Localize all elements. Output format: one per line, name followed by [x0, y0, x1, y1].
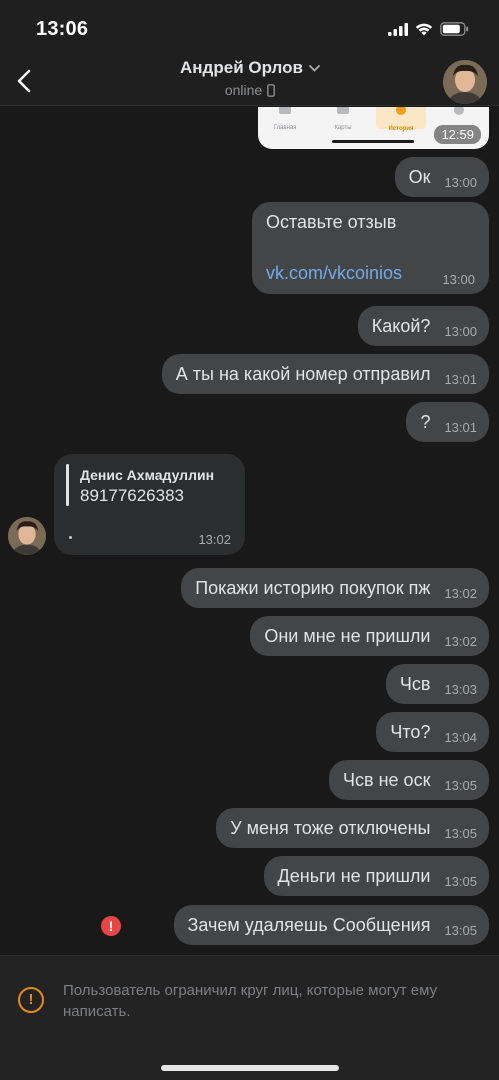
message-time: 13:05: [444, 922, 477, 938]
message-text: Зачем удаляешь Сообщения: [187, 914, 431, 935]
message-text: Что?: [390, 721, 431, 742]
message-bubble[interactable]: Какой? 13:00: [357, 306, 489, 346]
message-link[interactable]: vk.com/vkcoinios: [266, 263, 402, 284]
message-bubble[interactable]: Ок 13:00: [394, 157, 489, 197]
message-text: ?: [420, 411, 431, 432]
phone-icon: [267, 83, 276, 97]
signal-icon: [388, 22, 408, 36]
message-time: 13:02: [198, 532, 231, 547]
message-text: Чсв не оск: [343, 769, 431, 790]
chat-title[interactable]: Андрей Орлов: [180, 58, 320, 78]
message-bubble[interactable]: Что? 13:04: [376, 712, 489, 752]
card-icon: [337, 107, 349, 114]
preview-home-bar: [332, 140, 414, 143]
contact-name: Андрей Орлов: [180, 58, 303, 77]
message-time: 13:05: [444, 825, 477, 841]
avatar-photo: [8, 517, 46, 555]
message-text: А ты на какой номер отправил: [175, 363, 431, 384]
message-bubble[interactable]: У меня тоже отключены 13:05: [216, 808, 489, 848]
message-time: 13:04: [444, 729, 477, 745]
message-time: 13:05: [444, 777, 477, 793]
home-indicator[interactable]: [161, 1065, 339, 1071]
clock-icon: [396, 107, 406, 115]
message-text: Оставьте отзыв: [266, 212, 397, 232]
forward-author[interactable]: Денис Ахмадуллин: [80, 467, 214, 483]
message-time: 13:01: [444, 419, 477, 435]
preview-tab-home: Главная: [260, 107, 310, 131]
message-bubble[interactable]: А ты на какой номер отправил 13:01: [161, 354, 489, 394]
warning-icon: !: [18, 987, 44, 1013]
message-bubble[interactable]: Они мне не пришли 13:02: [250, 616, 489, 656]
contact-status: online: [224, 82, 276, 98]
send-error-icon[interactable]: !: [101, 916, 121, 936]
message-bubble[interactable]: Чсв 13:03: [385, 664, 489, 704]
message-bubble[interactable]: Оставьте отзыв vk.com/vkcoinios 13:00: [252, 202, 489, 294]
message-text: У меня тоже отключены: [230, 817, 431, 838]
message-text: Чсв: [399, 673, 431, 694]
chevron-left-icon: [17, 69, 31, 93]
sender-avatar[interactable]: [8, 517, 46, 555]
avatar-photo: [443, 60, 487, 104]
message-time: 13:01: [444, 371, 477, 387]
contact-avatar[interactable]: [443, 60, 487, 104]
message-time: 12:59: [434, 125, 481, 144]
message-bubble[interactable]: Деньги не пришли 13:05: [263, 856, 489, 896]
preview-tab-cards: Карты: [318, 107, 368, 131]
status-text: online: [224, 82, 263, 98]
message-text: Покажи историю покупок пж: [195, 577, 431, 598]
message-time: 13:00: [444, 323, 477, 339]
message-text: Какой?: [371, 315, 431, 336]
incoming-forwarded-message[interactable]: Денис Ахмадуллин 89177626383 13:02: [54, 454, 245, 555]
message-text: Ок: [408, 166, 431, 187]
chevron-down-icon: [309, 64, 320, 72]
write-restriction-panel: ! Пользователь ограничил круг лиц, котор…: [0, 955, 499, 1080]
message-text: Они мне не пришли: [264, 625, 431, 646]
status-bar: 13:06: [0, 0, 499, 58]
message-list[interactable]: Главная Карты История 12:59 Ок 13:00 Ост…: [0, 107, 499, 955]
message-time: 13:00: [444, 174, 477, 190]
restriction-text: Пользователь ограничил круг лиц, которые…: [63, 982, 438, 1020]
message-bubble[interactable]: Покажи историю покупок пж 13:02: [181, 568, 489, 608]
quote-bar: [66, 464, 69, 506]
photo-message-preview[interactable]: Главная Карты История 12:59: [258, 107, 489, 149]
status-time: 13:06: [36, 18, 89, 40]
profile-icon: [454, 107, 464, 115]
battery-icon: [440, 22, 469, 36]
status-icons: [388, 21, 469, 37]
message-bubble[interactable]: ? 13:01: [406, 402, 489, 442]
chat-header: Андрей Орлов online: [0, 58, 499, 106]
forward-text: 89177626383: [80, 486, 185, 505]
message-time: 13:00: [442, 272, 475, 287]
message-time: 13:05: [444, 873, 477, 889]
message-text: Деньги не пришли: [277, 865, 431, 886]
chat-title-block[interactable]: Андрей Орлов online: [100, 58, 400, 100]
message-time: 13:02: [444, 585, 477, 601]
wifi-icon: [415, 23, 433, 35]
forward-dot: [69, 536, 72, 539]
message-bubble-failed[interactable]: Зачем удаляешь Сообщения 13:05: [173, 905, 489, 945]
home-icon: [279, 107, 291, 114]
back-button[interactable]: [12, 66, 36, 96]
message-time: 13:02: [444, 633, 477, 649]
message-bubble[interactable]: Чсв не оск 13:05: [329, 760, 489, 800]
preview-tab-history: История: [376, 107, 426, 132]
message-time: 13:03: [444, 681, 477, 697]
